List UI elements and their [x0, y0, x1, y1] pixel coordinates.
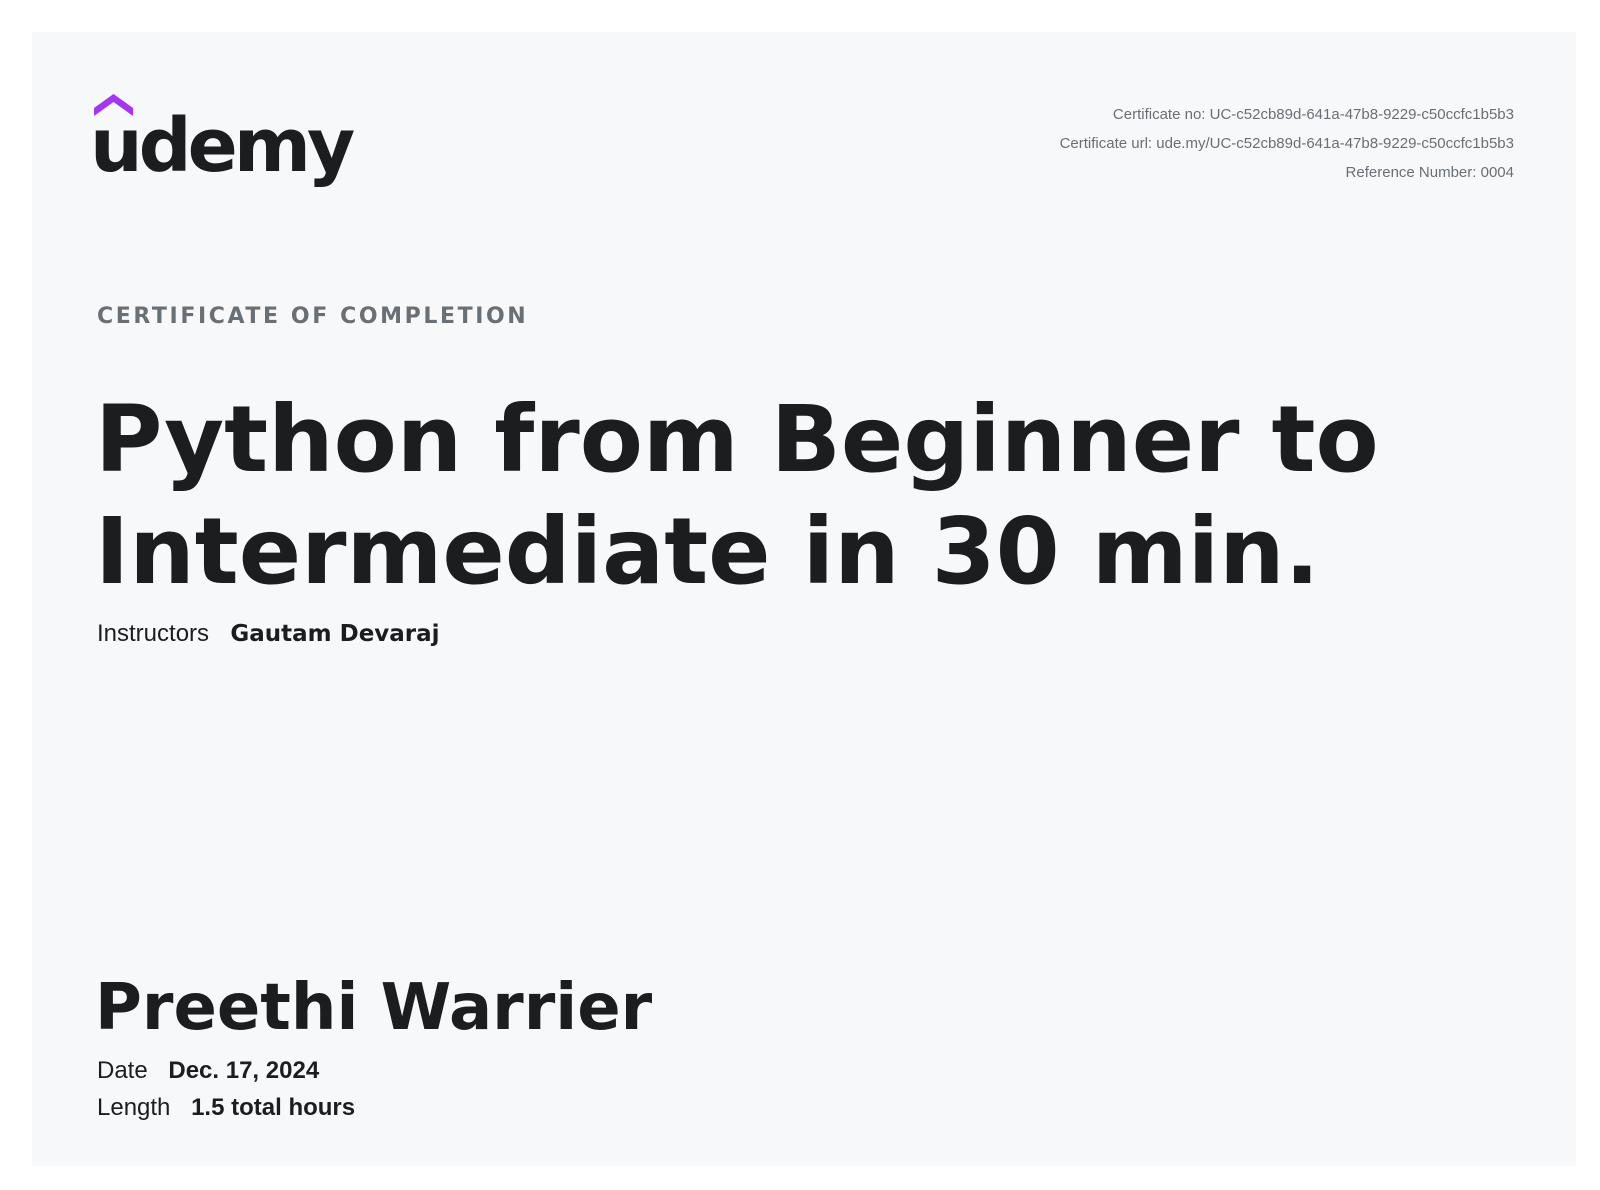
course-title: Python from Beginner to Intermediate in …	[95, 386, 1379, 605]
certificate-number: UC-c52cb89d-641a-47b8-9229-c50ccfc1b5b3	[1209, 106, 1514, 123]
certificate-url: ude.my/UC-c52cb89d-641a-47b8-9229-c50ccf…	[1156, 135, 1514, 152]
certificate-number-label: Certificate no:	[1112, 106, 1206, 123]
instructor-name: Gautam Devaraj	[230, 621, 440, 647]
reference-number-label: Reference Number:	[1345, 164, 1477, 181]
reference-number-line: Reference Number: 0004	[1060, 158, 1514, 187]
instructors-line: Instructors Gautam Devaraj	[97, 620, 440, 648]
certificate-eyebrow: CERTIFICATE OF COMPLETION	[97, 304, 529, 329]
udemy-logo: udemy	[90, 94, 364, 194]
certificate-number-line: Certificate no: UC-c52cb89d-641a-47b8-92…	[1060, 100, 1514, 129]
logo-wordmark: udemy	[90, 103, 354, 189]
certificate-meta: Certificate no: UC-c52cb89d-641a-47b8-92…	[1060, 100, 1514, 187]
udemy-logo-mark: udemy	[90, 94, 358, 189]
course-length: 1.5 total hours	[191, 1094, 356, 1121]
completion-date: Dec. 17, 2024	[168, 1057, 320, 1084]
reference-number: 0004	[1480, 164, 1514, 181]
date-line: Date Dec. 17, 2024	[97, 1057, 319, 1085]
certificate-url-line: Certificate url: ude.my/UC-c52cb89d-641a…	[1060, 129, 1514, 158]
certificate: udemy Certificate no: UC-c52cb89d-641a-4…	[32, 32, 1576, 1166]
instructors-label: Instructors	[97, 620, 210, 647]
certificate-url-label: Certificate url:	[1059, 135, 1153, 152]
recipient-name: Preethi Warrier	[95, 971, 653, 1045]
length-line: Length 1.5 total hours	[97, 1094, 355, 1122]
date-label: Date	[97, 1057, 148, 1084]
length-label: Length	[97, 1094, 171, 1121]
